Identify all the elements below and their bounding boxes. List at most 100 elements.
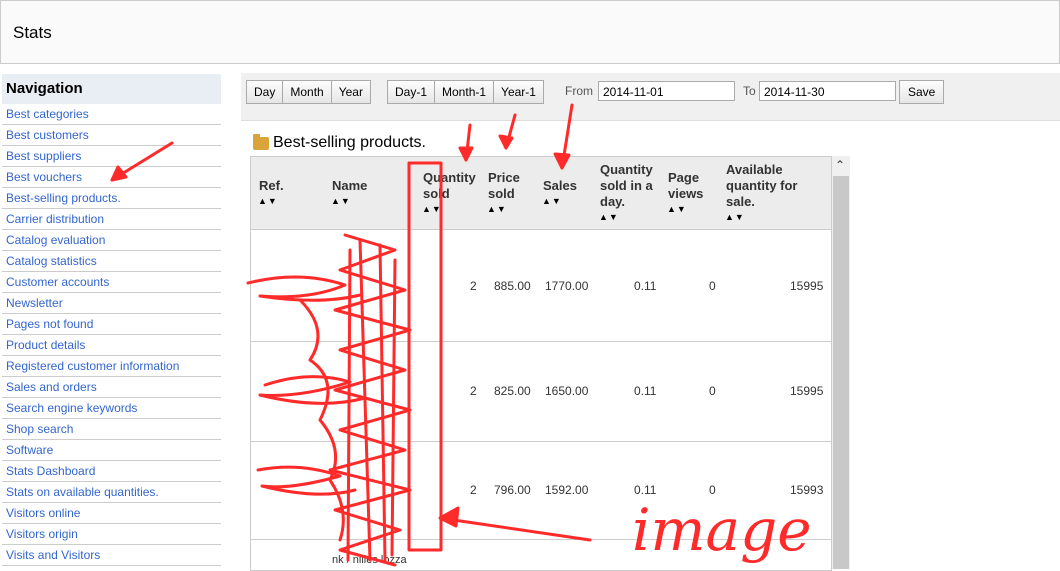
- cell-quantity-sold: 2: [470, 279, 477, 293]
- cell-available-quantity: 15995: [790, 384, 824, 398]
- nav-item-best-vouchers[interactable]: Best vouchers: [2, 167, 221, 188]
- nav-item-pages-not-found[interactable]: Pages not found: [2, 314, 221, 335]
- sort-arrows-price-sold[interactable]: ▲▼: [487, 204, 507, 214]
- save-button[interactable]: Save: [899, 80, 945, 104]
- column-header-quantity-sold[interactable]: Quantity sold: [423, 170, 476, 202]
- nav-item-newsletter[interactable]: Newsletter: [2, 293, 221, 314]
- cell-sales: 1770.00: [545, 279, 589, 293]
- cell-price-sold: 796.00: [494, 483, 531, 497]
- cell-quantity-per-day: 0.11: [634, 384, 657, 398]
- best-selling-products-panel: Best-selling products. Ref. ▲▼ Name ▲▼ Q…: [241, 120, 1060, 571]
- period-button-group: Day Month Year: [246, 80, 371, 104]
- cell-page-views: 0: [709, 384, 716, 398]
- column-label: day.: [600, 194, 626, 209]
- table-scrollbar[interactable]: ⌃: [832, 156, 850, 569]
- nav-item-best-suppliers[interactable]: Best suppliers: [2, 146, 221, 167]
- cell-price-sold: 885.00: [494, 279, 531, 293]
- products-table: Ref. ▲▼ Name ▲▼ Quantity sold ▲▼ Price s…: [250, 156, 832, 571]
- cell-available-quantity: 15993: [790, 483, 824, 497]
- save-button-group: Save: [899, 80, 945, 104]
- column-header-available-quantity[interactable]: Available quantity for sale.: [726, 162, 798, 210]
- page-header: Stats: [0, 0, 1060, 64]
- sidebar-navigation: Navigation Best categories Best customer…: [2, 74, 221, 566]
- sort-arrows-quantity-sold[interactable]: ▲▼: [422, 204, 442, 214]
- from-date-input[interactable]: 2014-11-01: [598, 81, 735, 101]
- cell-sales: 1592.00: [545, 483, 589, 497]
- column-header-quantity-per-day[interactable]: Quantity sold in a day.: [600, 162, 653, 210]
- nav-item-best-customers[interactable]: Best customers: [2, 125, 221, 146]
- cell-available-quantity: 15995: [790, 279, 824, 293]
- cell-product-name: nk / nilles lozza: [332, 554, 407, 566]
- nav-heading: Navigation: [2, 74, 221, 104]
- column-label: sold: [423, 186, 450, 201]
- cell-sales: 1650.00: [545, 384, 589, 398]
- nav-item-customer-accounts[interactable]: Customer accounts: [2, 272, 221, 293]
- cell-quantity-sold: 2: [470, 483, 477, 497]
- scroll-up-chevron-icon[interactable]: ⌃: [835, 158, 845, 172]
- column-label: quantity for: [726, 178, 798, 193]
- column-label: sold: [488, 186, 515, 201]
- to-label: To: [743, 84, 756, 98]
- column-label: Quantity: [600, 162, 653, 177]
- month-button[interactable]: Month: [283, 80, 332, 104]
- column-header-page-views[interactable]: Page views: [668, 170, 703, 202]
- sort-arrows-quantity-per-day[interactable]: ▲▼: [599, 212, 619, 222]
- nav-item-registered-customer-information[interactable]: Registered customer information: [2, 356, 221, 377]
- cell-quantity-sold: 2: [470, 384, 477, 398]
- cell-quantity-per-day: 0.11: [634, 483, 657, 497]
- sort-arrows-page-views[interactable]: ▲▼: [667, 204, 687, 214]
- table-row[interactable]: 2 825.00 1650.00 0.11 0 15995: [251, 341, 831, 442]
- column-label: Available: [726, 162, 783, 177]
- from-label: From: [565, 84, 593, 98]
- nav-item-product-details[interactable]: Product details: [2, 335, 221, 356]
- page-title: Stats: [13, 23, 52, 42]
- sort-arrows-sales[interactable]: ▲▼: [542, 196, 562, 206]
- column-label: Page: [668, 170, 700, 185]
- sort-arrows-available-quantity[interactable]: ▲▼: [725, 212, 745, 222]
- day-prev-button[interactable]: Day-1: [387, 80, 436, 104]
- year-prev-button[interactable]: Year-1: [494, 80, 544, 104]
- sort-arrows-ref[interactable]: ▲▼: [258, 196, 278, 206]
- nav-item-visits-and-visitors[interactable]: Visits and Visitors: [2, 545, 221, 566]
- table-row[interactable]: nk / nilles lozza: [251, 539, 831, 570]
- nav-item-best-selling-products[interactable]: Best-selling products.: [2, 188, 221, 209]
- panel-title: Best-selling products.: [273, 134, 426, 151]
- to-date-input[interactable]: 2014-11-30: [759, 81, 896, 101]
- nav-item-shop-search[interactable]: Shop search: [2, 419, 221, 440]
- sort-arrows-name[interactable]: ▲▼: [331, 196, 351, 206]
- table-row[interactable]: 2 796.00 1592.00 0.11 0 15993: [251, 441, 831, 540]
- column-header-name[interactable]: Name: [332, 178, 367, 194]
- day-button[interactable]: Day: [246, 80, 284, 104]
- date-toolbar: Day Month Year Day-1 Month-1 Year-1 From…: [241, 73, 1060, 110]
- previous-period-button-group: Day-1 Month-1 Year-1: [387, 80, 544, 104]
- column-label: sold in a: [600, 178, 653, 193]
- year-button[interactable]: Year: [331, 80, 371, 104]
- nav-item-carrier-distribution[interactable]: Carrier distribution: [2, 209, 221, 230]
- column-label: Name: [332, 178, 368, 193]
- column-label: Quantity: [423, 170, 476, 185]
- nav-item-catalog-statistics[interactable]: Catalog statistics: [2, 251, 221, 272]
- cell-quantity-per-day: 0.11: [634, 279, 657, 293]
- main-content: Day Month Year Day-1 Month-1 Year-1 From…: [241, 73, 1060, 571]
- nav-item-sales-and-orders[interactable]: Sales and orders: [2, 377, 221, 398]
- month-prev-button[interactable]: Month-1: [435, 80, 495, 104]
- nav-item-stats-available-quantities[interactable]: Stats on available quantities.: [2, 482, 221, 503]
- column-header-price-sold[interactable]: Price sold: [488, 170, 520, 202]
- table-row[interactable]: 2 885.00 1770.00 0.11 0 15995: [251, 229, 831, 342]
- nav-item-catalog-evaluation[interactable]: Catalog evaluation: [2, 230, 221, 251]
- nav-item-visitors-online[interactable]: Visitors online: [2, 503, 221, 524]
- scrollbar-track[interactable]: [833, 176, 849, 569]
- folder-icon: [253, 134, 269, 150]
- column-label: Sales: [543, 178, 577, 193]
- column-header-ref[interactable]: Ref.: [259, 178, 284, 194]
- cell-page-views: 0: [709, 279, 716, 293]
- column-label: views: [668, 186, 704, 201]
- nav-item-visitors-origin[interactable]: Visitors origin: [2, 524, 221, 545]
- nav-item-software[interactable]: Software: [2, 440, 221, 461]
- column-label: Ref.: [259, 178, 284, 193]
- nav-item-best-categories[interactable]: Best categories: [2, 104, 221, 125]
- nav-item-stats-dashboard[interactable]: Stats Dashboard: [2, 461, 221, 482]
- nav-item-search-engine-keywords[interactable]: Search engine keywords: [2, 398, 221, 419]
- column-header-sales[interactable]: Sales: [543, 178, 577, 194]
- cell-page-views: 0: [709, 483, 716, 497]
